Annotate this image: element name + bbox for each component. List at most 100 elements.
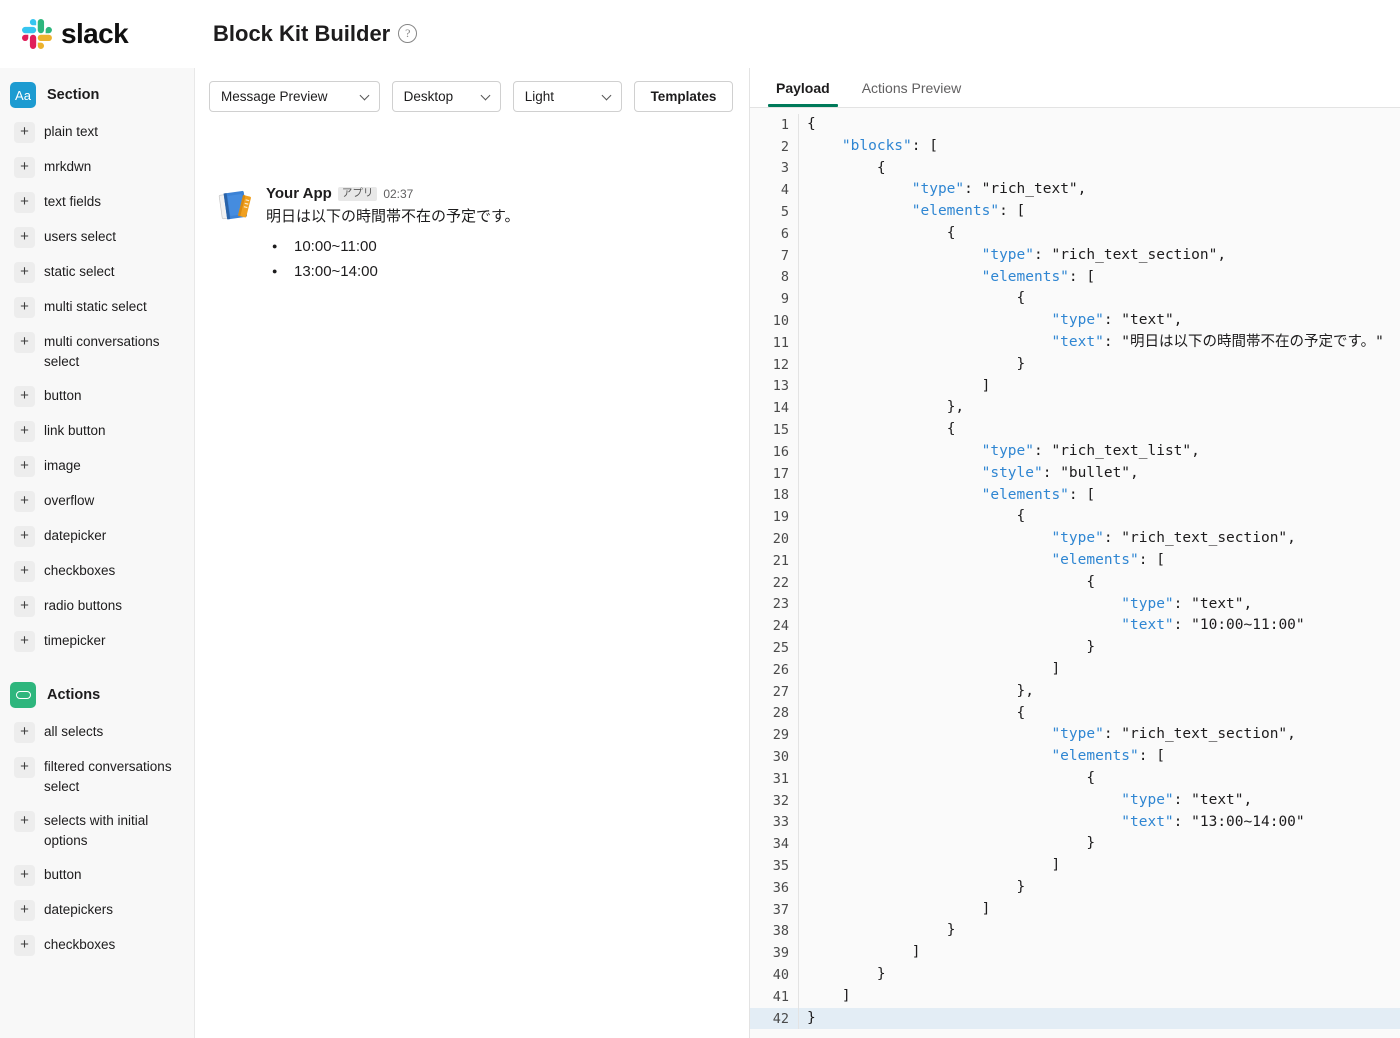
code-line-content[interactable]: {: [798, 114, 1400, 136]
sidebar-item-button[interactable]: + button: [0, 865, 194, 886]
code-token: "text": [1051, 333, 1104, 350]
sidebar-item-checkboxes[interactable]: + checkboxes: [0, 935, 194, 956]
code-line-content[interactable]: "elements": [: [798, 201, 1400, 223]
code-line-content[interactable]: {: [798, 222, 1400, 245]
plus-icon[interactable]: +: [14, 122, 35, 143]
code-line-content[interactable]: "type": "rich_text_section",: [798, 724, 1400, 747]
plus-icon[interactable]: +: [14, 456, 35, 477]
surface-select[interactable]: Desktop: [391, 80, 501, 112]
code-line-content[interactable]: }: [798, 920, 1400, 943]
plus-icon[interactable]: +: [14, 491, 35, 512]
code-line-content[interactable]: }: [798, 964, 1400, 986]
plus-icon[interactable]: +: [14, 332, 35, 353]
sidebar-item-all-selects[interactable]: + all selects: [0, 722, 194, 743]
code-line-content[interactable]: {: [798, 571, 1400, 594]
sidebar-item-users-select[interactable]: + users select: [0, 227, 194, 248]
code-line-content[interactable]: {: [798, 506, 1400, 529]
code-line-content[interactable]: "type": "text",: [798, 789, 1400, 812]
plus-icon[interactable]: +: [14, 865, 35, 886]
plus-icon[interactable]: +: [14, 526, 35, 547]
code-line-content[interactable]: "type": "rich_text_section",: [798, 244, 1400, 267]
theme-select[interactable]: Light: [512, 80, 622, 112]
code-line-content[interactable]: ]: [798, 898, 1400, 921]
code-line-content[interactable]: {: [798, 767, 1400, 790]
sidebar-item-image[interactable]: + image: [0, 456, 194, 477]
payload-code-editor[interactable]: 1{2 "blocks": [3 {4 "type": "rich_text",…: [750, 108, 1400, 1038]
tab-actions-preview[interactable]: Actions Preview: [846, 68, 978, 107]
code-line-content[interactable]: "text": "明日は以下の時間帯不在の予定です。": [798, 331, 1400, 354]
plus-icon[interactable]: +: [14, 262, 35, 283]
code-line-content[interactable]: ]: [798, 942, 1400, 965]
code-line-content[interactable]: }: [798, 833, 1400, 856]
sidebar-item-overflow[interactable]: + overflow: [0, 491, 194, 512]
sidebar-item-datepicker[interactable]: + datepicker: [0, 526, 194, 547]
code-line-content[interactable]: }: [798, 876, 1400, 899]
code-line-content[interactable]: "type": "rich_text_section",: [798, 528, 1400, 550]
code-token: : [: [911, 137, 938, 154]
plus-icon[interactable]: +: [14, 811, 35, 832]
plus-icon[interactable]: +: [14, 722, 35, 743]
blocks-sidebar[interactable]: Aa Section + plain text + mrkdwn + text fields +…: [0, 68, 195, 1038]
code-line: 42}: [750, 1007, 1400, 1030]
code-line-content[interactable]: "type": "rich_text_list",: [798, 440, 1400, 463]
plus-icon[interactable]: +: [14, 900, 35, 921]
plus-icon[interactable]: +: [14, 561, 35, 582]
sidebar-item-link-button[interactable]: + link button: [0, 421, 194, 442]
code-line-content[interactable]: "type": "rich_text",: [798, 179, 1400, 202]
code-line-content[interactable]: "type": "text",: [798, 593, 1400, 616]
sidebar-item-datepickers[interactable]: + datepickers: [0, 900, 194, 921]
sidebar-item-selects-with-initial-options[interactable]: + selects with initial options: [0, 811, 194, 851]
code-line-content[interactable]: ]: [798, 855, 1400, 877]
code-line-content[interactable]: ]: [798, 985, 1400, 1008]
code-line-content[interactable]: ]: [798, 658, 1400, 681]
code-line-content[interactable]: }: [798, 1007, 1400, 1030]
plus-icon[interactable]: +: [14, 631, 35, 652]
code-line-content[interactable]: },: [798, 397, 1400, 420]
code-line-content[interactable]: "blocks": [: [798, 135, 1400, 158]
code-line-content[interactable]: },: [798, 680, 1400, 703]
code-line-content[interactable]: "elements": [: [798, 746, 1400, 768]
mode-select[interactable]: Message Preview: [209, 80, 380, 112]
code-line-content[interactable]: "style": "bullet",: [798, 462, 1400, 485]
plus-icon[interactable]: +: [14, 157, 35, 178]
sidebar-item-mrkdwn[interactable]: + mrkdwn: [0, 157, 194, 178]
plus-icon[interactable]: +: [14, 192, 35, 213]
sidebar-item-label: datepicker: [44, 528, 107, 543]
code-line-content[interactable]: "elements": [: [798, 549, 1400, 572]
plus-icon[interactable]: +: [14, 227, 35, 248]
slack-logo[interactable]: slack: [22, 18, 172, 49]
sidebar-item-plain-text[interactable]: + plain text: [0, 122, 194, 143]
code-line-content[interactable]: ]: [798, 375, 1400, 398]
code-line-content[interactable]: "text": "13:00~14:00": [798, 811, 1400, 834]
sidebar-item-text-fields[interactable]: + text fields: [0, 192, 194, 213]
question-mark-circle-icon[interactable]: ?: [398, 24, 418, 43]
sidebar-item-timepicker[interactable]: + timepicker: [0, 631, 194, 652]
plus-icon[interactable]: +: [14, 386, 35, 407]
sidebar-item-multi-static-select[interactable]: + multi static select: [0, 297, 194, 318]
code-line-content[interactable]: {: [798, 157, 1400, 180]
sidebar-item-button[interactable]: + button: [0, 386, 194, 407]
plus-icon[interactable]: +: [14, 297, 35, 318]
code-line-content[interactable]: }: [798, 637, 1400, 659]
sidebar-item-filtered-conversations-select[interactable]: + filtered conversations select: [0, 757, 194, 797]
tab-payload[interactable]: Payload: [760, 68, 846, 107]
sidebar-item-static-select[interactable]: + static select: [0, 262, 194, 283]
plus-icon[interactable]: +: [14, 421, 35, 442]
sidebar-item-checkboxes[interactable]: + checkboxes: [0, 561, 194, 582]
plus-icon[interactable]: +: [14, 757, 35, 778]
code-line-content[interactable]: {: [798, 419, 1400, 441]
code-line-content[interactable]: "text": "10:00~11:00": [798, 615, 1400, 638]
sidebar-item-radio-buttons[interactable]: + radio buttons: [0, 596, 194, 617]
code-line-content[interactable]: }: [798, 353, 1400, 376]
code-line-content[interactable]: "elements": [: [798, 266, 1400, 289]
code-token: "rich_text_list",: [1051, 442, 1200, 459]
sidebar-item-multi-conversations-select[interactable]: + multi conversations select: [0, 332, 194, 372]
code-line-content[interactable]: "elements": [: [798, 484, 1400, 507]
code-token: "elements": [1051, 748, 1139, 765]
plus-icon[interactable]: +: [14, 596, 35, 617]
code-line-content[interactable]: "type": "text",: [798, 310, 1400, 332]
code-line-content[interactable]: {: [798, 288, 1400, 311]
code-line-content[interactable]: {: [798, 702, 1400, 725]
templates-button[interactable]: Templates: [633, 80, 733, 112]
plus-icon[interactable]: +: [14, 935, 35, 956]
